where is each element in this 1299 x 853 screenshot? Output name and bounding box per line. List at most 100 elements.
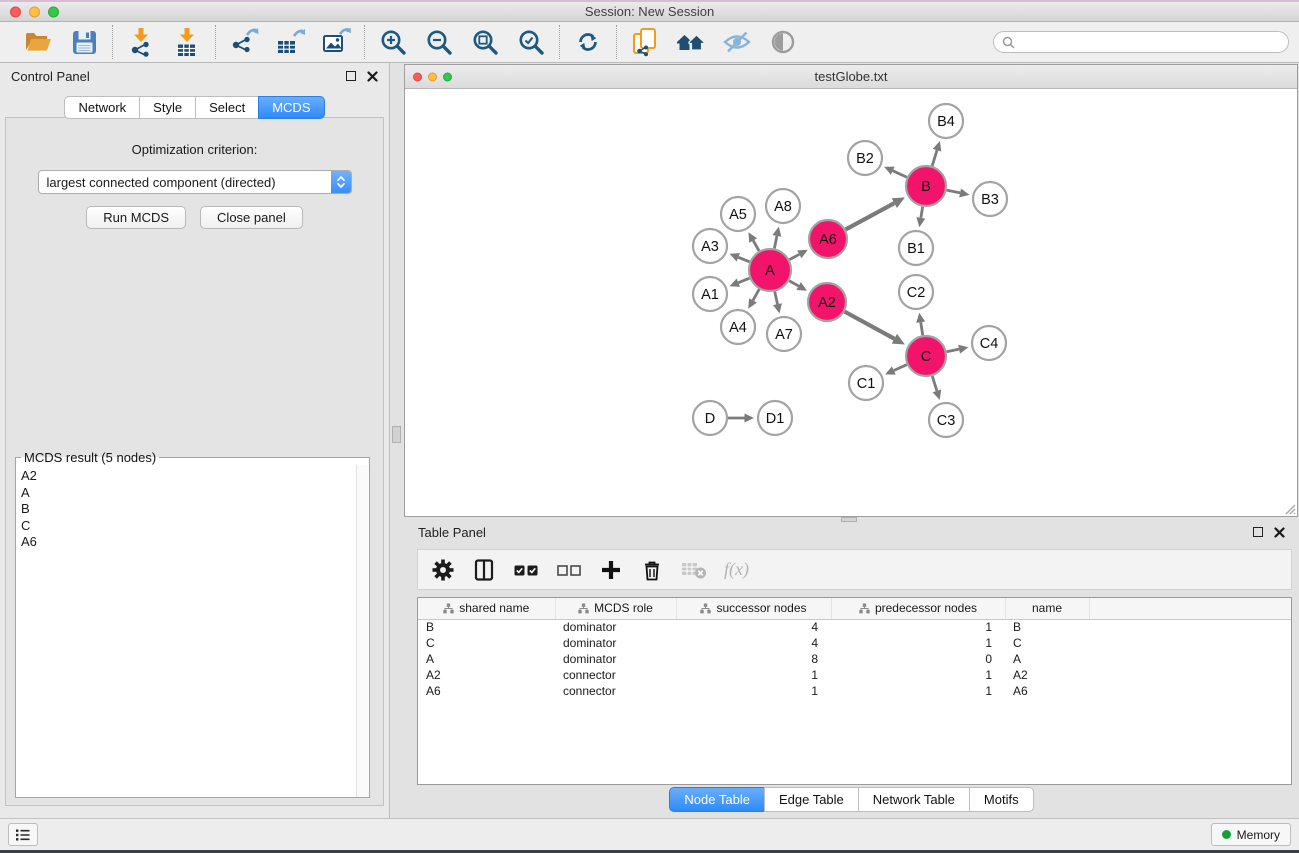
table-row[interactable]: Adominator80A xyxy=(418,651,1291,667)
table-cell[interactable]: A6 xyxy=(418,683,555,699)
network-graph[interactable]: B4B2BB3A8A5A6A3B1AC2A1A2A4A7C4CC1DD1C3 xyxy=(405,89,1297,516)
mcds-result-item[interactable]: A2 xyxy=(21,468,354,485)
criterion-dropdown[interactable]: largest connected component (directed) xyxy=(38,170,352,194)
graph-node-C2[interactable]: C2 xyxy=(899,275,933,309)
table-cell[interactable]: A2 xyxy=(1005,667,1089,683)
save-session-button[interactable] xyxy=(66,24,102,60)
table-cell[interactable]: A xyxy=(418,651,555,667)
table-cell[interactable]: dominator xyxy=(555,651,676,667)
table-row[interactable]: A2connector11A2 xyxy=(418,667,1291,683)
graph-node-B3[interactable]: B3 xyxy=(973,182,1007,216)
memory-button[interactable]: Memory xyxy=(1211,823,1291,846)
resize-grip-icon[interactable] xyxy=(1282,501,1296,515)
tab-style[interactable]: Style xyxy=(139,96,196,119)
mcds-result-list[interactable]: A2ABCA6 xyxy=(18,468,354,795)
graph-edge-A-A7[interactable] xyxy=(773,291,782,313)
table-cell[interactable]: A xyxy=(1005,651,1089,667)
deselect-all-icon[interactable] xyxy=(556,558,582,582)
close-table-panel-icon[interactable] xyxy=(1274,527,1285,538)
mcds-result-item[interactable]: B xyxy=(21,501,354,518)
column-header-successor-nodes[interactable]: successor nodes xyxy=(676,598,831,619)
graph-node-B1[interactable]: B1 xyxy=(899,231,933,265)
table-cell[interactable]: 4 xyxy=(676,619,831,635)
graph-edge-D-D1[interactable] xyxy=(728,414,754,423)
column-header-predecessor-nodes[interactable]: predecessor nodes xyxy=(831,598,1005,619)
graph-edge-A-A6[interactable] xyxy=(789,250,807,260)
table-cell[interactable]: 8 xyxy=(676,651,831,667)
zoom-window-button[interactable] xyxy=(48,6,59,17)
search-field[interactable] xyxy=(993,31,1289,53)
hide-graphics-details-button[interactable] xyxy=(719,24,755,60)
table-cell[interactable]: 4 xyxy=(676,635,831,651)
tab-edge-table[interactable]: Edge Table xyxy=(764,787,859,812)
export-image-button[interactable] xyxy=(318,24,354,60)
network-minimize-button[interactable] xyxy=(428,72,437,81)
table-row[interactable]: A6connector11A6 xyxy=(418,683,1291,699)
import-table-button[interactable] xyxy=(169,24,205,60)
toggle-graphics-button[interactable] xyxy=(765,24,801,60)
zoom-fit-button[interactable] xyxy=(467,24,503,60)
table-cell[interactable]: 0 xyxy=(831,651,1005,667)
search-input[interactable] xyxy=(1020,35,1280,49)
home-button[interactable] xyxy=(673,24,709,60)
graph-node-C1[interactable]: C1 xyxy=(849,366,883,400)
float-panel-icon[interactable] xyxy=(346,71,356,81)
graph-edge-C-C4[interactable] xyxy=(947,345,969,354)
table-cell[interactable]: B xyxy=(1005,619,1089,635)
table-cell[interactable]: 1 xyxy=(831,619,1005,635)
graph-node-A5[interactable]: A5 xyxy=(721,197,755,231)
close-panel-icon[interactable] xyxy=(367,71,378,82)
graph-edge-A-A2[interactable] xyxy=(789,281,807,291)
graph-node-D1[interactable]: D1 xyxy=(758,401,792,435)
graph-node-C[interactable]: C xyxy=(906,336,946,376)
tab-network-table[interactable]: Network Table xyxy=(858,787,970,812)
table-cell[interactable]: 1 xyxy=(831,667,1005,683)
graph-node-C3[interactable]: C3 xyxy=(929,403,963,437)
delete-table-icon[interactable] xyxy=(681,559,707,581)
zoom-out-button[interactable] xyxy=(421,24,457,60)
graph-edge-C-C3[interactable] xyxy=(932,376,941,400)
table-cell[interactable]: dominator xyxy=(555,619,676,635)
graph-edge-A-A4[interactable] xyxy=(748,289,759,309)
column-header-MCDS-role[interactable]: MCDS role xyxy=(555,598,676,619)
graph-node-B2[interactable]: B2 xyxy=(848,141,882,175)
function-builder-icon[interactable]: f(x) xyxy=(724,559,749,580)
table-cell[interactable]: C xyxy=(418,635,555,651)
table-row[interactable]: Bdominator41B xyxy=(418,619,1291,635)
graph-node-A6[interactable]: A6 xyxy=(809,220,847,258)
table-cell[interactable]: C xyxy=(1005,635,1089,651)
tab-node-table[interactable]: Node Table xyxy=(669,787,765,812)
graph-edge-A-A3[interactable] xyxy=(729,253,749,262)
delete-column-trash-icon[interactable] xyxy=(640,558,664,582)
table-cell[interactable]: A6 xyxy=(1005,683,1089,699)
refresh-view-button[interactable] xyxy=(570,24,606,60)
table-cell[interactable]: 1 xyxy=(831,683,1005,699)
graph-node-B[interactable]: B xyxy=(906,166,946,206)
network-zoom-button[interactable] xyxy=(443,72,452,81)
table-cell[interactable]: 1 xyxy=(831,635,1005,651)
table-cell[interactable]: dominator xyxy=(555,635,676,651)
run-mcds-button[interactable]: Run MCDS xyxy=(86,206,186,229)
graph-node-D[interactable]: D xyxy=(693,401,727,435)
graph-node-A2[interactable]: A2 xyxy=(808,283,846,321)
vertical-splitter-grip[interactable] xyxy=(392,426,401,443)
float-table-panel-icon[interactable] xyxy=(1253,527,1263,537)
table-cell[interactable]: connector xyxy=(555,667,676,683)
graph-edge-B-B4[interactable] xyxy=(932,141,941,166)
table-settings-gear-icon[interactable] xyxy=(431,558,455,582)
graph-node-B4[interactable]: B4 xyxy=(929,104,963,138)
tab-network[interactable]: Network xyxy=(64,96,140,119)
table-cell[interactable]: connector xyxy=(555,683,676,699)
graph-edge-B-B3[interactable] xyxy=(947,189,970,198)
table-cell[interactable]: 1 xyxy=(676,683,831,699)
graph-edge-B-B1[interactable] xyxy=(916,207,925,228)
graph-node-C4[interactable]: C4 xyxy=(972,326,1006,360)
minimize-window-button[interactable] xyxy=(29,6,40,17)
network-close-button[interactable] xyxy=(413,72,422,81)
close-panel-button[interactable]: Close panel xyxy=(200,206,303,229)
export-table-button[interactable] xyxy=(272,24,308,60)
graph-edge-C-C2[interactable] xyxy=(916,313,925,336)
add-column-icon[interactable] xyxy=(599,558,623,582)
clone-network-button[interactable] xyxy=(627,24,663,60)
tab-select[interactable]: Select xyxy=(195,96,259,119)
